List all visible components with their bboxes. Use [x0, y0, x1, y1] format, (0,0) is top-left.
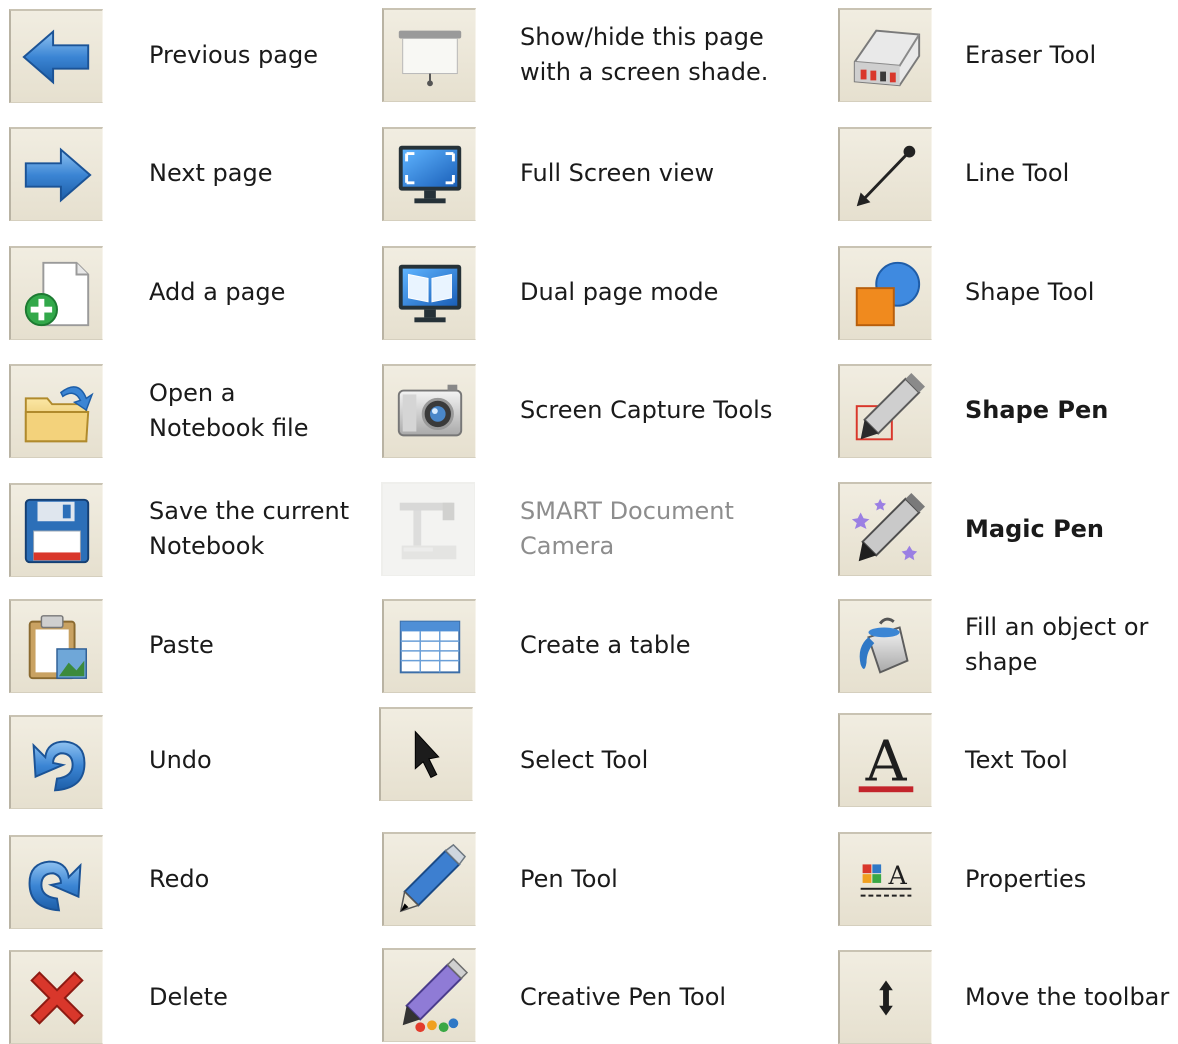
document-camera-icon: [399, 502, 456, 559]
pen-tool-label: Pen Tool: [520, 865, 618, 893]
save-notebook-label-line-1: Save the current: [149, 497, 350, 525]
line-tool-label: Line Tool: [965, 159, 1070, 187]
text-tool-label: Text Tool: [965, 746, 1068, 774]
toolbar-reference-grid: Previous page Next page Add a page Open …: [0, 0, 1178, 1044]
redo-label: Redo: [149, 865, 210, 893]
delete-button[interactable]: [9, 950, 103, 1044]
magic-pen-icon: [851, 492, 925, 561]
fill-label: Fill an object or shape: [965, 610, 1148, 680]
shape-pen-label: Shape Pen: [965, 396, 1109, 424]
text-tool-letter-a-icon: A: [858, 729, 913, 794]
screen-shade-button[interactable]: [382, 8, 476, 102]
move-toolbar-button[interactable]: [838, 950, 932, 1044]
red-x-delete-icon: [29, 970, 84, 1025]
table-grid-icon: [399, 620, 460, 673]
create-table-label: Create a table: [520, 631, 691, 659]
add-page-label: Add a page: [149, 278, 286, 306]
dual-page-label: Dual page mode: [520, 278, 719, 306]
next-page-arrow-icon: [24, 147, 92, 202]
screen-capture-label: Screen Capture Tools: [520, 396, 773, 424]
line-tool-button[interactable]: [838, 127, 932, 221]
next-page-button[interactable]: [9, 127, 103, 221]
shape-tool-button[interactable]: [838, 246, 932, 340]
save-notebook-button[interactable]: [9, 483, 103, 577]
paste-button[interactable]: [9, 599, 103, 693]
undo-label: Undo: [149, 746, 212, 774]
dual-page-monitor-icon: [398, 264, 461, 322]
previous-page-label: Previous page: [149, 41, 318, 69]
screen-shade-icon: [398, 30, 461, 86]
redo-button[interactable]: [9, 835, 103, 929]
pen-tool-button[interactable]: [382, 832, 476, 926]
move-toolbar-label: Move the toolbar: [965, 983, 1170, 1011]
next-page-label: Next page: [149, 159, 273, 187]
undo-arrow-icon: [31, 740, 85, 791]
clipboard-paste-icon: [28, 614, 87, 679]
shapes-icon: [855, 261, 920, 326]
magic-pen-button[interactable]: [838, 482, 932, 576]
shape-pen-icon: [855, 372, 925, 440]
open-notebook-label-line-2: Notebook file: [149, 414, 309, 442]
shape-tool-label: Shape Tool: [965, 278, 1095, 306]
eraser-tool-label: Eraser Tool: [965, 41, 1097, 69]
dual-page-button[interactable]: [382, 246, 476, 340]
svg-text:A: A: [864, 729, 907, 794]
open-notebook-button[interactable]: [9, 364, 103, 458]
screen-shade-label-line-2: with a screen shade.: [520, 58, 769, 86]
select-tool-button[interactable]: [379, 707, 473, 801]
open-folder-icon: [24, 385, 94, 442]
eraser-icon: [853, 29, 920, 86]
select-arrow-cursor-icon: [414, 729, 440, 778]
fill-label-line-2: shape: [965, 648, 1038, 676]
undo-button[interactable]: [9, 715, 103, 809]
screen-capture-button[interactable]: [382, 364, 476, 458]
delete-label: Delete: [149, 983, 228, 1011]
paste-label: Paste: [149, 631, 214, 659]
document-camera-label-line-1: SMART Document: [520, 497, 734, 525]
screen-shade-label-line-1: Show/hide this page: [520, 23, 764, 51]
add-page-icon: [24, 261, 89, 326]
document-camera-button[interactable]: [381, 482, 475, 576]
save-notebook-label: Save the current Notebook: [149, 494, 349, 564]
screen-shade-label: Show/hide this page with a screen shade.: [520, 20, 768, 90]
creative-pen-icon: [402, 957, 468, 1032]
full-screen-label: Full Screen view: [520, 159, 715, 187]
line-tool-icon: [856, 145, 915, 206]
select-tool-label: Select Tool: [520, 746, 649, 774]
previous-page-arrow-icon: [21, 29, 89, 84]
creative-pen-button[interactable]: [382, 948, 476, 1042]
pen-icon: [399, 843, 466, 912]
move-toolbar-arrows-icon: [878, 979, 893, 1016]
properties-icon: A: [860, 859, 911, 897]
text-tool-button[interactable]: A: [838, 713, 932, 807]
fill-button[interactable]: [838, 599, 932, 693]
properties-button[interactable]: A: [838, 832, 932, 926]
open-notebook-label-line-1: Open a: [149, 379, 236, 407]
save-notebook-label-line-2: Notebook: [149, 532, 265, 560]
camera-icon: [397, 384, 462, 436]
redo-arrow-icon: [28, 860, 82, 911]
paint-bucket-fill-icon: [859, 617, 909, 674]
floppy-disk-save-icon: [24, 498, 89, 563]
open-notebook-label: Open a Notebook file: [149, 376, 309, 446]
shape-pen-button[interactable]: [838, 364, 932, 458]
create-table-button[interactable]: [382, 599, 476, 693]
fill-label-line-1: Fill an object or: [965, 613, 1149, 641]
eraser-tool-button[interactable]: [838, 8, 932, 102]
add-page-button[interactable]: [9, 246, 103, 340]
magic-pen-label: Magic Pen: [965, 515, 1105, 543]
previous-page-button[interactable]: [9, 9, 103, 103]
creative-pen-label: Creative Pen Tool: [520, 983, 727, 1011]
document-camera-label: SMART Document Camera: [520, 494, 734, 564]
full-screen-monitor-icon: [398, 145, 461, 203]
document-camera-label-line-2: Camera: [520, 532, 615, 560]
full-screen-button[interactable]: [382, 127, 476, 221]
svg-text:A: A: [887, 859, 907, 889]
properties-label: Properties: [965, 865, 1087, 893]
